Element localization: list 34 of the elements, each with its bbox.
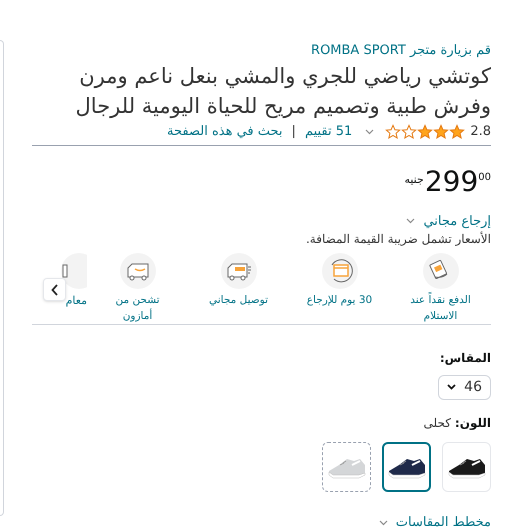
color-swatch[interactable] [322, 442, 371, 492]
delivery-van-icon [120, 253, 156, 289]
feature-link[interactable]: معام [66, 292, 87, 309]
size-chart-link[interactable]: مخطط المقاسات [396, 514, 491, 532]
feature-link[interactable]: الدفع نقداً عند الاستلام [404, 292, 476, 324]
color-label: اللون: [454, 415, 491, 432]
feature-link[interactable]: توصيل مجاني [202, 292, 274, 308]
size-label: المقاس: [438, 350, 491, 366]
rating-value: 2.8 [470, 123, 491, 141]
currency-label: جنيه [404, 172, 424, 188]
scroll-left-button[interactable] [43, 278, 66, 301]
chevron-down-icon[interactable] [378, 520, 388, 526]
box-icon [61, 253, 87, 289]
cash-hand-icon [422, 253, 458, 289]
separator: | [292, 123, 296, 141]
chevron-down-icon[interactable] [365, 128, 374, 135]
chevron-down-icon [447, 384, 456, 390]
color-value: كحلى [423, 415, 451, 432]
chevron-down-icon[interactable] [406, 218, 416, 224]
return-box-icon [322, 253, 358, 289]
feature-link[interactable]: 30 يوم للإرجاع [304, 292, 376, 308]
delivery-van-icon [220, 253, 256, 289]
color-swatch[interactable] [382, 442, 431, 492]
vat-note: الأسعار تشمل ضريبة القيمة المضافة. [306, 231, 491, 247]
product-title: كوتشي رياضي للجري والمشي بنعل ناعم ومرن وفرش طبية وتصميم مريح للحياة اليومية للرجال [74, 63, 491, 120]
ratings-count-link[interactable]: 51 تقييم [304, 122, 352, 142]
chevron-left-icon [50, 284, 58, 296]
feature-link[interactable]: تشحن من أمازون [102, 292, 174, 324]
store-link[interactable]: قم بزيارة متجر ROMBA SPORT [311, 42, 491, 60]
price-fraction: 00 [478, 170, 491, 184]
search-page-link[interactable]: بحث في هذه الصفحة [167, 122, 283, 142]
size-dropdown[interactable]: 46 [438, 374, 491, 400]
free-returns-link[interactable]: إرجاع مجاني [423, 212, 491, 231]
price-amount: 299 [424, 166, 478, 198]
